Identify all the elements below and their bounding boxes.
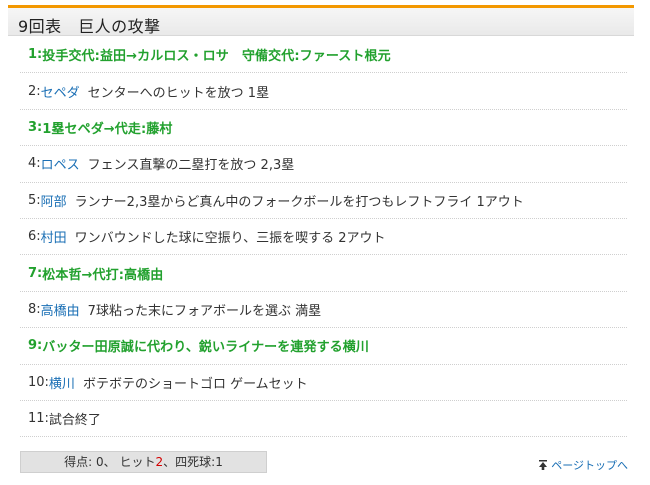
runs-label: 得点: [64,455,93,469]
play-number: 7: [28,265,43,281]
play-description: 7球粘った末にフォアボールを選ぶ 満塁 [87,303,322,319]
play-description: 松本哲→代打:高橋由 [42,267,164,283]
play-number: 1: [28,47,43,63]
play-row: 9: バッター田原誠に代わり、鋭いライナーを連発する横川 [20,328,627,365]
play-number: 6: [28,229,41,245]
hits-label: ヒット [119,455,156,469]
play-description: 試合終了 [48,413,101,429]
page-top-label: ページトップへ [551,459,628,472]
walks-value: 1 [215,455,223,469]
play-description: 1塁セペダ→代走:藤村 [42,121,173,137]
walks-label: 四死球: [175,455,216,469]
play-row: 4: ロペス フェンス直撃の二塁打を放つ 2,3塁 [20,146,627,183]
play-row: 8: 高橋由 7球粘った末にフォアボールを選ぶ 満塁 [20,292,627,329]
play-row: 3: 1塁セペダ→代走:藤村 [20,110,627,147]
play-number: 9: [28,338,43,354]
batter-link[interactable]: 村田 [41,227,67,246]
batter-link[interactable]: ロペス [41,154,80,173]
play-description: フェンス直撃の二塁打を放つ 2,3塁 [87,158,295,174]
play-number: 11: [28,411,49,427]
play-description: ボテボテのショートゴロ ゲームセット [82,376,308,392]
play-row: 5: 阿部 ランナー2,3塁からど真ん中のフォークボールを打つもレフトフライ 1アウ… [20,183,627,219]
hits-value: 2 [155,455,164,469]
play-number: 4: [28,156,41,172]
inning-header: 9回表 巨人の攻撃 [8,5,634,36]
inning-panel: 9回表 巨人の攻撃 1: 投手交代:益田→カルロス・ロサ 守備交代:ファースト根元… [0,0,650,485]
play-list: 1: 投手交代:益田→カルロス・ロサ 守備交代:ファースト根元 2: セペダ センターへ… [20,37,627,438]
play-number: 10: [28,374,49,390]
play-description: 投手交代:益田→カルロス・ロサ 守備交代:ファースト根元 [42,49,391,65]
inning-summary: 得点: 0、 ヒット2、四死球:1 [20,451,267,473]
play-description: センターへのヒットを放つ 1塁 [87,85,270,101]
batter-link[interactable]: 横川 [49,373,75,392]
play-row: 11: 試合終了 [20,401,627,438]
batter-link[interactable]: 高橋由 [41,300,80,319]
batter-link[interactable]: セペダ [41,82,80,101]
play-description: ワンバウンドした球に空振り、三振を喫する 2アウト [74,231,386,247]
inning-title: 9回表 巨人の攻撃 [18,17,161,36]
play-row: 10: 横川 ボテボテのショートゴロ ゲームセット [20,365,627,401]
play-number: 8: [28,301,41,317]
play-number: 5: [28,192,41,208]
runs-value: 0 [96,455,104,469]
batter-link[interactable]: 阿部 [41,191,67,210]
play-row: 1: 投手交代:益田→カルロス・ロサ 守備交代:ファースト根元 [20,37,627,74]
page-top-link[interactable]: ページトップへ [538,457,628,473]
play-description: ランナー2,3塁からど真ん中のフォークボールを打つもレフトフライ 1アウト [74,194,524,210]
play-row: 6: 村田 ワンバウンドした球に空振り、三振を喫する 2アウト [20,219,627,256]
play-row: 2: セペダ センターへのヒットを放つ 1塁 [20,73,627,110]
up-arrow-icon [539,460,548,470]
play-row: 7: 松本哲→代打:高橋由 [20,255,627,292]
play-description: バッター田原誠に代わり、鋭いライナーを連発する横川 [42,340,369,356]
play-number: 3: [28,119,43,135]
play-number: 2: [28,83,41,99]
